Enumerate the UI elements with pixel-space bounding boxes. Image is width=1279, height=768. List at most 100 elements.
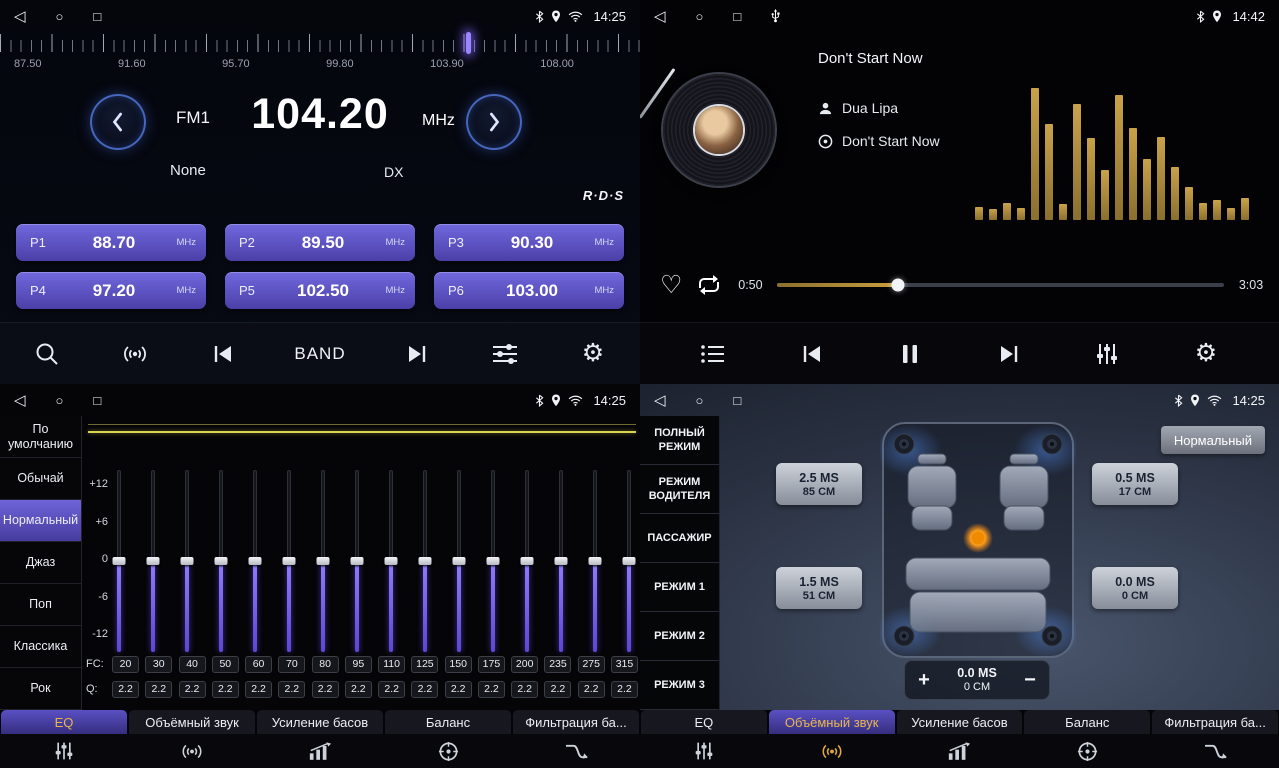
home-icon[interactable]: ○ <box>56 394 64 407</box>
slider-handle[interactable] <box>317 557 330 565</box>
preset-button[interactable]: P6 103.00 MHz <box>434 272 624 309</box>
home-icon[interactable]: ○ <box>56 10 64 23</box>
recents-icon[interactable]: □ <box>93 394 101 407</box>
seat-mode-item[interactable]: РЕЖИМ 1 <box>640 563 719 612</box>
eq-band-slider[interactable] <box>520 470 534 652</box>
tab-balance[interactable]: Баланс <box>385 710 511 734</box>
slider-handle[interactable] <box>453 557 466 565</box>
back-icon[interactable]: ◁ <box>654 393 666 408</box>
slider-handle[interactable] <box>623 557 636 565</box>
slider-handle[interactable] <box>249 557 262 565</box>
eq-preset-item[interactable]: По умолчанию <box>0 416 81 458</box>
broadcast-button[interactable] <box>118 342 152 366</box>
tuning-indicator[interactable] <box>466 32 471 54</box>
eq-band-slider[interactable] <box>350 470 364 652</box>
tune-settings-button[interactable] <box>488 342 522 366</box>
tuning-scale[interactable]: 87.5091.6095.7099.80103.90108.00 <box>0 32 640 80</box>
tab-surround[interactable]: Объёмный звук <box>769 710 895 734</box>
recents-icon[interactable]: □ <box>93 10 101 23</box>
tab-balance[interactable]: Баланс <box>1024 710 1150 734</box>
progress-bar[interactable] <box>777 283 1224 287</box>
tab-eq-icon-cell[interactable] <box>640 741 768 761</box>
favorite-button[interactable]: ♡ <box>660 273 682 298</box>
slider-handle[interactable] <box>521 557 534 565</box>
tab-filter[interactable]: Фильтрация ба... <box>1152 710 1278 734</box>
tab-bass-icon-cell[interactable] <box>256 742 384 761</box>
eq-band-slider[interactable] <box>248 470 262 652</box>
seat-mode-item[interactable]: РЕЖИМ 2 <box>640 612 719 661</box>
tab-filter-icon-cell[interactable] <box>512 742 640 761</box>
eq-band-slider[interactable] <box>384 470 398 652</box>
slider-handle[interactable] <box>555 557 568 565</box>
slider-handle[interactable] <box>147 557 160 565</box>
delay-front-right-button[interactable]: 0.5 MS 17 CM <box>1092 463 1178 505</box>
previous-button[interactable] <box>206 342 240 366</box>
slider-handle[interactable] <box>487 557 500 565</box>
eq-band-slider[interactable] <box>180 470 194 652</box>
settings-button[interactable]: ⚙ <box>1189 341 1223 366</box>
tab-filter-icon-cell[interactable] <box>1151 742 1279 761</box>
next-track-button[interactable] <box>992 342 1026 366</box>
soundfield-preset-button[interactable]: Нормальный <box>1161 426 1265 454</box>
repeat-button[interactable] <box>695 274 723 296</box>
preset-button[interactable]: P1 88.70 MHz <box>16 224 206 261</box>
back-icon[interactable]: ◁ <box>14 393 26 408</box>
slider-handle[interactable] <box>419 557 432 565</box>
eq-band-slider[interactable] <box>554 470 568 652</box>
eq-band-slider[interactable] <box>622 470 636 652</box>
tab-bass-boost[interactable]: Усиление басов <box>897 710 1023 734</box>
tab-eq[interactable]: EQ <box>641 710 767 734</box>
home-icon[interactable]: ○ <box>696 10 704 23</box>
seat-mode-item[interactable]: РЕЖИМ ВОДИТЕЛЯ <box>640 465 719 514</box>
band-button[interactable]: BAND <box>294 344 345 364</box>
seek-down-button[interactable] <box>90 94 146 150</box>
slider-handle[interactable] <box>351 557 364 565</box>
eq-band-slider[interactable] <box>452 470 466 652</box>
tab-eq-icon-cell[interactable] <box>0 741 128 761</box>
delay-rear-right-button[interactable]: 0.0 MS 0 CM <box>1092 567 1178 609</box>
tab-bass-icon-cell[interactable] <box>896 742 1024 761</box>
eq-band-slider[interactable] <box>418 470 432 652</box>
preset-button[interactable]: P3 90.30 MHz <box>434 224 624 261</box>
tab-surround[interactable]: Объёмный звук <box>129 710 255 734</box>
back-icon[interactable]: ◁ <box>14 9 26 24</box>
seat-mode-item[interactable]: ПАССАЖИР <box>640 514 719 563</box>
eq-preset-item[interactable]: Поп <box>0 584 81 626</box>
tab-filter[interactable]: Фильтрация ба... <box>513 710 639 734</box>
seek-up-button[interactable] <box>466 94 522 150</box>
back-icon[interactable]: ◁ <box>654 9 666 24</box>
previous-track-button[interactable] <box>795 342 829 366</box>
recents-icon[interactable]: □ <box>733 10 741 23</box>
settings-button[interactable]: ⚙ <box>576 341 610 366</box>
eq-band-slider[interactable] <box>486 470 500 652</box>
eq-band-slider[interactable] <box>214 470 228 652</box>
slider-handle[interactable] <box>283 557 296 565</box>
tab-surround-icon-cell[interactable] <box>768 741 896 762</box>
eq-band-slider[interactable] <box>282 470 296 652</box>
preset-button[interactable]: P5 102.50 MHz <box>225 272 415 309</box>
tab-eq[interactable]: EQ <box>1 710 127 734</box>
eq-band-slider[interactable] <box>316 470 330 652</box>
tab-surround-icon-cell[interactable] <box>128 741 256 762</box>
eq-band-slider[interactable] <box>588 470 602 652</box>
eq-band-slider[interactable] <box>112 470 126 652</box>
slider-handle[interactable] <box>181 557 194 565</box>
eq-preset-item[interactable]: Классика <box>0 626 81 668</box>
search-button[interactable] <box>30 341 64 367</box>
playlist-button[interactable] <box>696 343 730 365</box>
tab-balance-icon-cell[interactable] <box>384 741 512 762</box>
eq-preset-item[interactable]: Рок <box>0 668 81 710</box>
delay-decrease-button[interactable]: − <box>1011 669 1049 692</box>
progress-knob[interactable] <box>891 279 904 292</box>
seat-mode-item[interactable]: ПОЛНЫЙ РЕЖИМ <box>640 416 719 465</box>
delay-front-left-button[interactable]: 2.5 MS 85 CM <box>776 463 862 505</box>
eq-band-slider[interactable] <box>146 470 160 652</box>
slider-handle[interactable] <box>385 557 398 565</box>
recents-icon[interactable]: □ <box>733 394 741 407</box>
home-icon[interactable]: ○ <box>696 394 704 407</box>
tab-bass-boost[interactable]: Усиление басов <box>257 710 383 734</box>
slider-handle[interactable] <box>215 557 228 565</box>
delay-rear-left-button[interactable]: 1.5 MS 51 CM <box>776 567 862 609</box>
eq-preset-item[interactable]: Обычай <box>0 458 81 500</box>
preset-button[interactable]: P4 97.20 MHz <box>16 272 206 309</box>
